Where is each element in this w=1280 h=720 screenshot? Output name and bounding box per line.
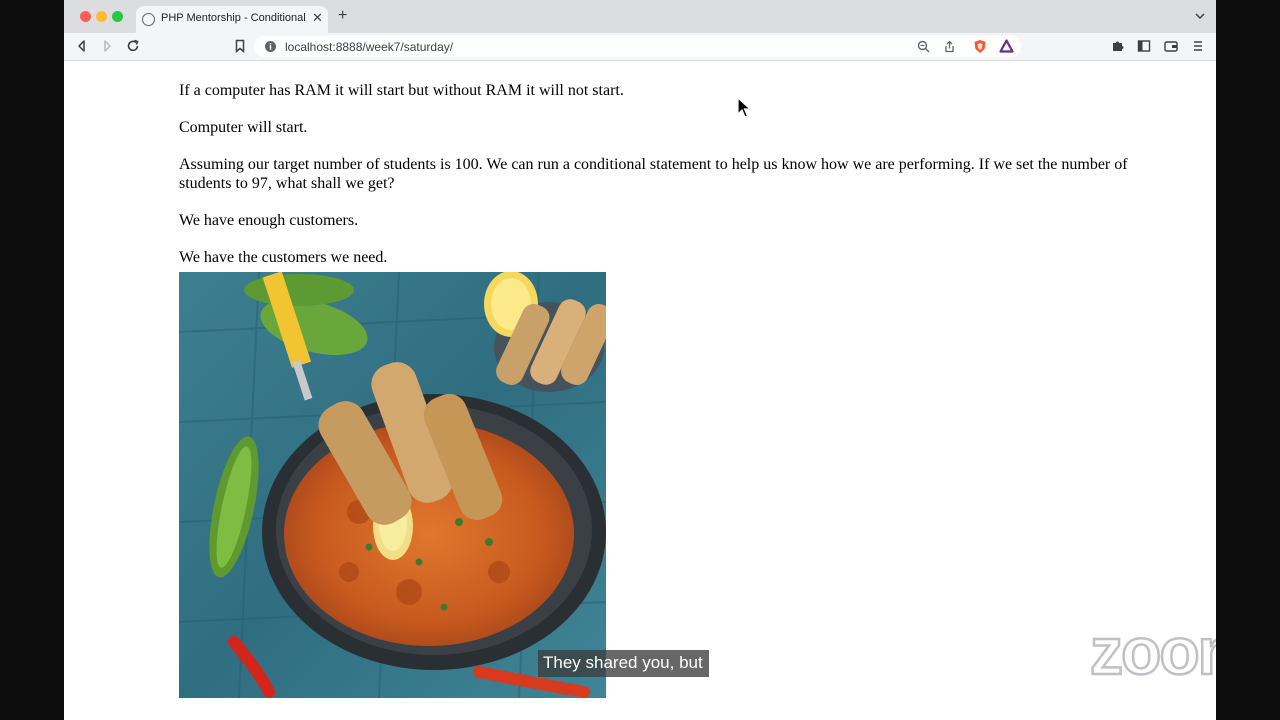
extensions-puzzle-icon[interactable]: [1110, 38, 1126, 54]
back-icon[interactable]: [74, 38, 90, 54]
tab-strip: PHP Mentorship - Conditional S ✕ +: [64, 0, 1216, 33]
browser-toolbar: localhost:8888/week7/saturday/: [64, 33, 1216, 61]
close-window-button[interactable]: [80, 11, 91, 22]
subtitle-caption: They shared you, but: [538, 650, 709, 677]
info-icon[interactable]: [264, 40, 277, 53]
wallet-icon[interactable]: [1163, 38, 1179, 54]
paragraph-enough-customers: We have enough customers.: [179, 212, 359, 229]
maximize-window-button[interactable]: [112, 11, 123, 22]
minimize-window-button[interactable]: [96, 11, 107, 22]
url-text: localhost:8888/week7/saturday/: [285, 40, 454, 54]
favicon-icon: [142, 13, 155, 26]
paragraph-computer-start: Computer will start.: [179, 119, 308, 136]
share-icon[interactable]: [943, 40, 956, 53]
paragraph-ram: If a computer has RAM it will start but …: [179, 82, 624, 99]
new-tab-button[interactable]: +: [338, 7, 347, 25]
bookmark-icon[interactable]: [232, 38, 248, 54]
paragraph-students: Assuming our target number of students i…: [179, 156, 1128, 192]
mouse-cursor-icon: [737, 97, 751, 118]
browser-window: PHP Mentorship - Conditional S ✕ + local…: [64, 0, 1216, 720]
menu-icon[interactable]: [1190, 38, 1206, 54]
tab-title: PHP Mentorship - Conditional S: [161, 12, 306, 24]
chevron-down-icon[interactable]: [1194, 10, 1206, 22]
food-photo: [179, 272, 606, 698]
svg-text:zoom: zoom: [1090, 624, 1216, 682]
brave-rewards-icon[interactable]: [999, 39, 1014, 53]
forward-icon[interactable]: [99, 38, 115, 54]
sidebar-icon[interactable]: [1136, 38, 1152, 54]
close-tab-icon[interactable]: ✕: [312, 10, 323, 26]
brave-shield-icon[interactable]: [973, 39, 987, 54]
paragraph-customers-needed: We have the customers we need.: [179, 249, 388, 266]
page-content: If a computer has RAM it will start but …: [179, 81, 1159, 267]
active-tab[interactable]: PHP Mentorship - Conditional S ✕: [136, 6, 328, 33]
reload-icon[interactable]: [125, 38, 141, 54]
zoom-watermark-logo: zoom: [1090, 624, 1216, 682]
zoom-icon[interactable]: [917, 40, 930, 53]
address-bar[interactable]: localhost:8888/week7/saturday/: [254, 36, 1021, 57]
